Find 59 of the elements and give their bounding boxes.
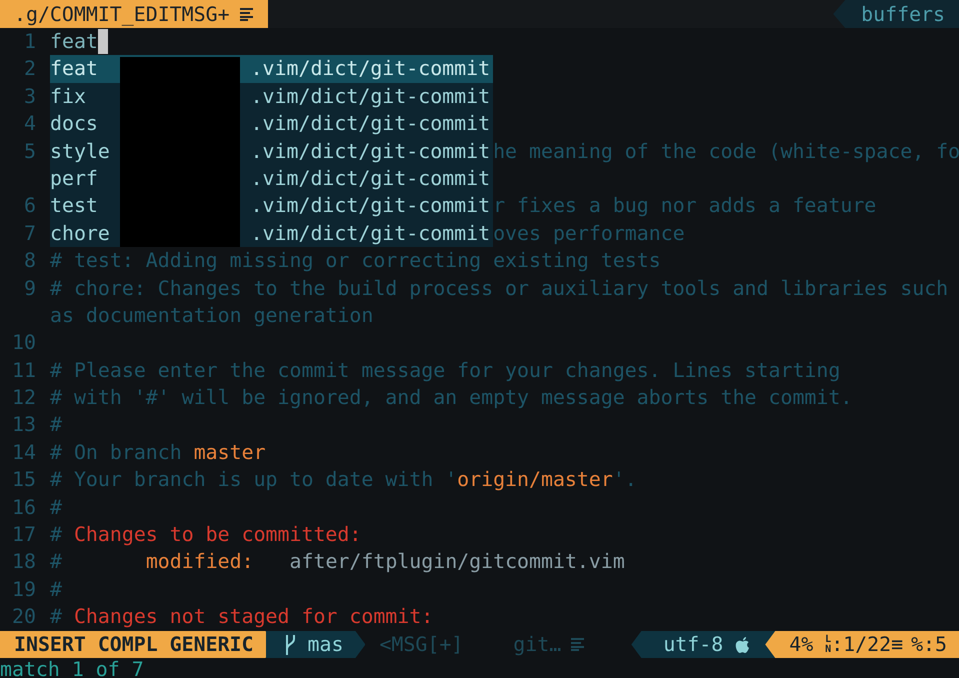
code-line: # test: Adding missing or correcting existing tests (50, 248, 661, 274)
line-number: 12 (12, 386, 36, 410)
code-line: # Your branch is up to date with 'origin/master'. (50, 467, 637, 494)
line-number: 14 (12, 440, 36, 464)
code-line: # modified: after/ftplugin/gitcommit.vim (50, 549, 625, 576)
code-line: # chore: Changes to the build process or auxiliary tools and libraries such (50, 276, 948, 302)
column-position: %:5 (911, 633, 947, 656)
line-symbol-top: L (825, 634, 832, 644)
buffer-tab[interactable]: .g/COMMIT_EDITMSG+ (0, 0, 268, 28)
line-number: 3 (24, 84, 36, 108)
line-number: 11 (12, 358, 36, 382)
code-line: r fixes a bug nor adds a feature (493, 193, 876, 220)
line-number: 7 (24, 222, 36, 245)
line-number: 6 (24, 194, 36, 218)
code-line: # Changes to be committed: (50, 522, 362, 548)
completion-item[interactable]: chore .vim/dict/git-commit (50, 220, 494, 248)
line-number: 20 (12, 605, 36, 628)
branch-icon (284, 634, 296, 654)
code-line: as documentation generation (50, 302, 374, 329)
line-number: 5 (24, 140, 36, 163)
code-line: # with '#' will be ignored, and an empty message aborts the commit. (50, 385, 852, 412)
line-number: 10 (12, 331, 36, 354)
completion-item[interactable]: perf .vim/dict/git-commit (50, 164, 494, 192)
encoding-label: utf-8 (663, 633, 724, 656)
line-position: :1/22≡ (831, 633, 904, 656)
line-number: 19 (12, 578, 36, 601)
line-symbol-bottom: N (825, 644, 832, 654)
branch-name: mas (308, 633, 344, 656)
line-number: 4 (24, 112, 36, 136)
apple-icon (735, 636, 752, 654)
line-number: 13 (12, 413, 36, 436)
completion-item[interactable]: style .vim/dict/git-commit (50, 138, 494, 165)
command-message: match 1 of 7 (0, 658, 144, 678)
text-lines-icon (571, 638, 586, 651)
code-line: he meaning of the code (white-space, fo (493, 138, 959, 165)
code-line: # (50, 494, 62, 521)
line-number: 17 (12, 523, 36, 546)
line-number: 16 (12, 496, 36, 519)
file-name: <MSG[+] (379, 633, 464, 656)
code-line: # Please enter the commit message for your changes. Lines starting (50, 358, 840, 384)
line-number: 1 (24, 30, 36, 53)
text-lines-icon (240, 8, 254, 20)
line-number: 9 (24, 276, 36, 300)
line-number: 8 (24, 249, 36, 272)
line-number: 15 (12, 468, 36, 492)
code-line: # Changes not staged for commit: (50, 604, 434, 630)
code-line: # (50, 412, 62, 438)
line-number: 2 (24, 57, 36, 80)
line-number: 18 (12, 550, 36, 574)
code-line: # (50, 576, 62, 603)
completion-item[interactable]: docs .vim/dict/git-commit (50, 110, 494, 138)
completion-item[interactable]: fix .vim/dict/git-commit (50, 82, 494, 110)
buffers-label: buffers (833, 0, 959, 28)
completion-item[interactable]: test .vim/dict/git-commit (50, 192, 494, 220)
code-line: oves performance (493, 220, 685, 247)
percent-label: 4% (789, 633, 814, 656)
file-type: git… (513, 633, 562, 656)
code-line: # On branch master (50, 440, 266, 466)
code-line: feat (50, 29, 98, 55)
